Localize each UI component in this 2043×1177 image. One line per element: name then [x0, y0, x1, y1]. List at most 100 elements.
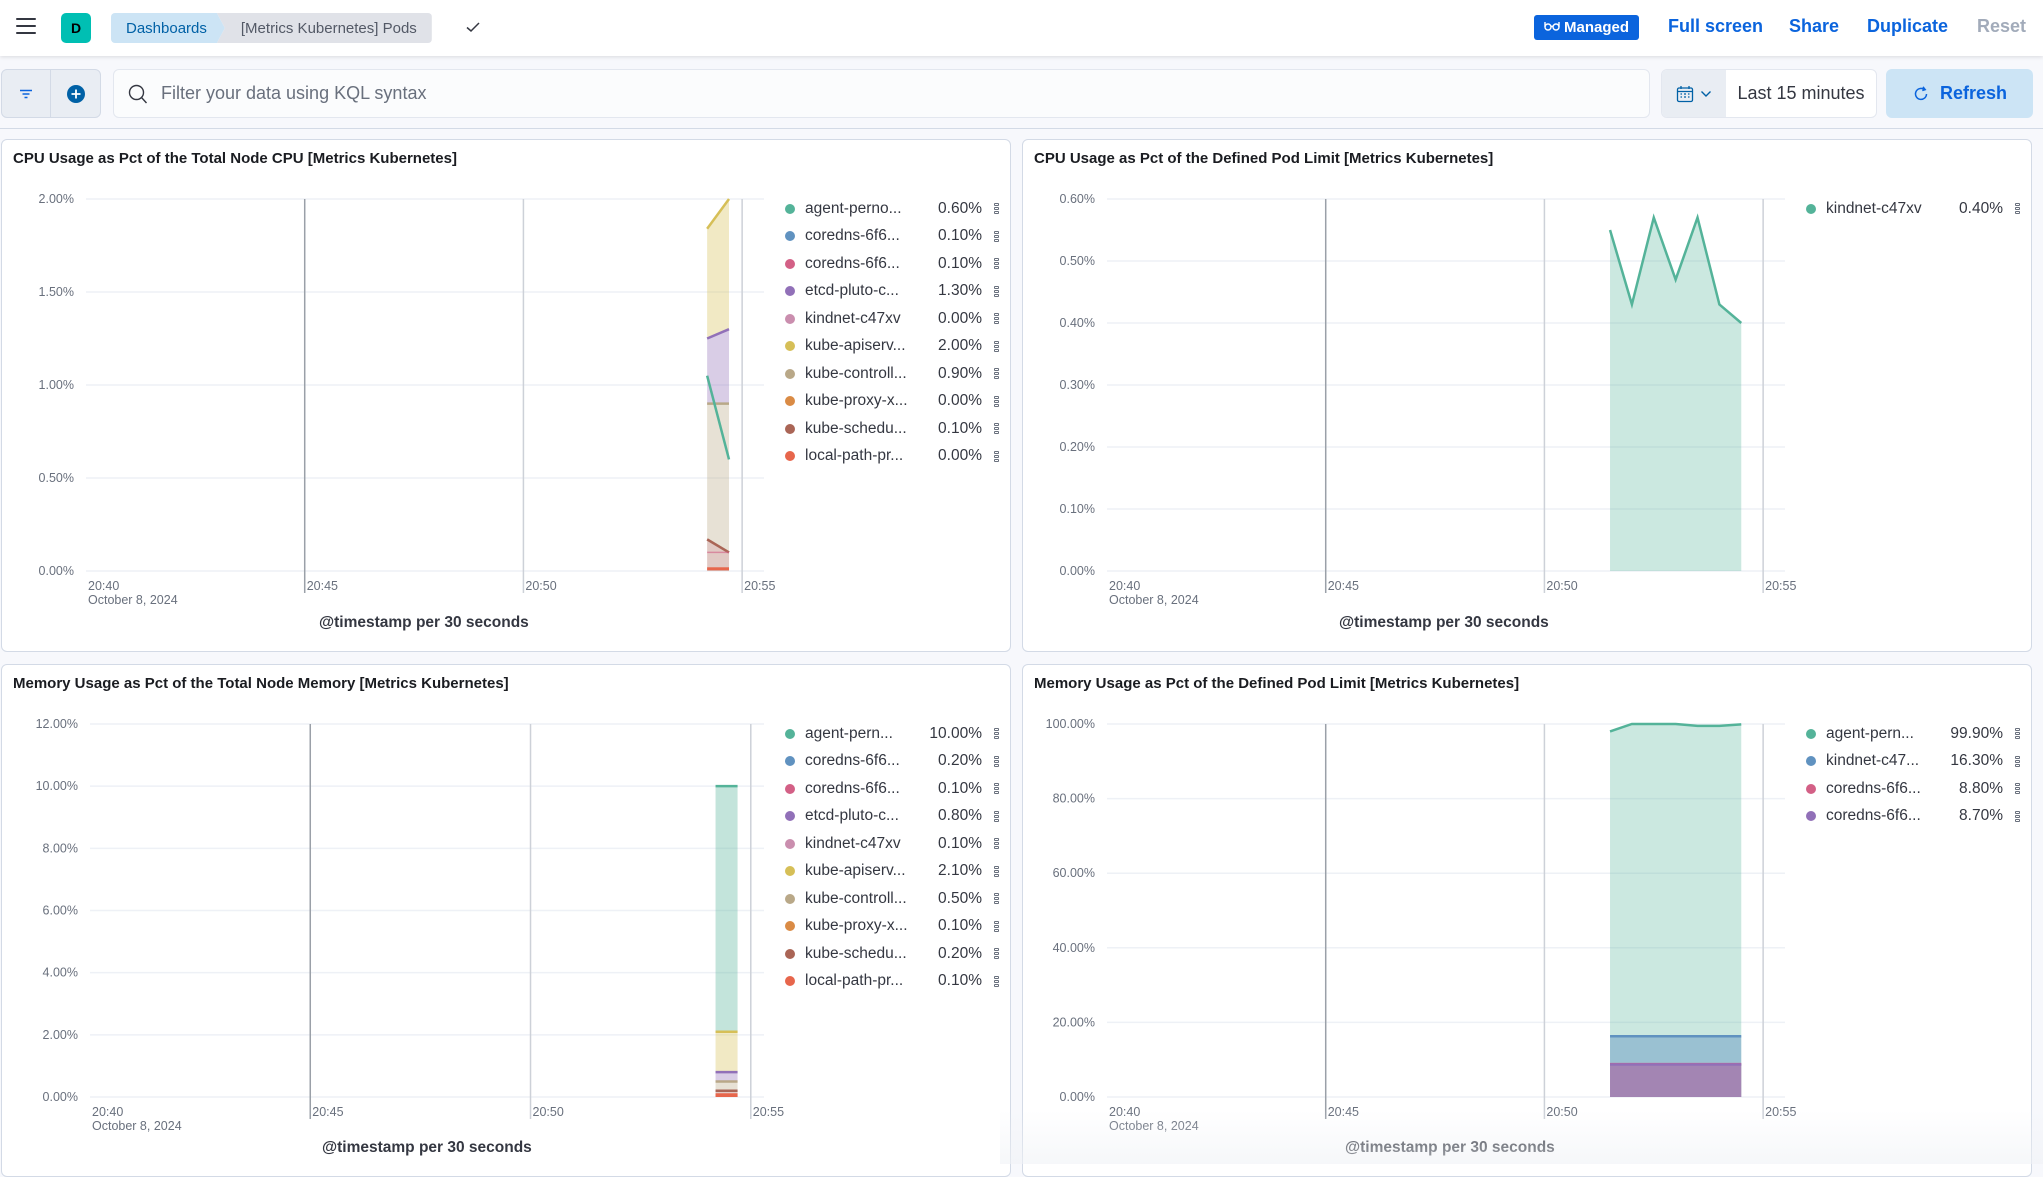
y-tick-label: 1.00% [39, 378, 74, 392]
reset-button[interactable]: Reset [1977, 16, 2026, 37]
x-tick-label: 20:40 [1109, 579, 1140, 593]
legend-item[interactable]: coredns-6f6... 0.10% [785, 250, 1002, 278]
legend-actions-icon[interactable] [994, 838, 1002, 850]
y-tick-label: 0.30% [1060, 378, 1095, 392]
legend-actions-icon[interactable] [994, 230, 1002, 242]
legend-actions-icon[interactable] [2015, 783, 2023, 795]
x-tick-label: 20:45 [1328, 579, 1359, 593]
legend-item[interactable]: local-path-pr... 0.00% [785, 443, 1002, 471]
legend-item[interactable]: kindnet-c47xv 0.40% [1806, 195, 2023, 223]
x-axis-title: @timestamp per 30 seconds [1345, 1139, 1555, 1156]
legend-item[interactable]: agent-pern... 10.00% [785, 720, 1002, 748]
legend-color-dot [1806, 756, 1816, 767]
legend-series-value: 2.10% [938, 862, 982, 880]
legend-actions-icon[interactable] [994, 203, 1002, 215]
legend-series-name: kindnet-c47... [1826, 752, 1920, 770]
legend-color-dot [785, 893, 795, 904]
panel-memory-pod-limit: Memory Usage as Pct of the Defined Pod L… [1022, 664, 2032, 1177]
legend-item[interactable]: coredns-6f6... 8.80% [1806, 775, 2023, 803]
legend-actions-icon[interactable] [994, 340, 1002, 352]
legend-actions-icon[interactable] [994, 920, 1002, 932]
legend-item[interactable]: agent-pern... 99.90% [1806, 720, 2023, 748]
legend-actions-icon[interactable] [2015, 728, 2023, 740]
legend-item[interactable]: coredns-6f6... 0.10% [785, 775, 1002, 803]
filter-menu-button[interactable] [2, 70, 52, 117]
duplicate-button[interactable]: Duplicate [1867, 16, 1948, 37]
legend-item[interactable]: etcd-pluto-c... 1.30% [785, 278, 1002, 306]
legend-actions-icon[interactable] [994, 810, 1002, 822]
refresh-button[interactable]: Refresh [1886, 69, 2033, 118]
legend-item[interactable]: kube-controll... 0.50% [785, 885, 1002, 913]
legend-series-value: 0.00% [938, 309, 982, 327]
legend-actions-icon[interactable] [994, 285, 1002, 297]
legend-item[interactable]: coredns-6f6... 0.20% [785, 748, 1002, 776]
chart-legend: kindnet-c47xv 0.40% [1806, 195, 2023, 223]
x-date-label: October 8, 2024 [92, 1119, 182, 1133]
legend-color-dot [1806, 728, 1816, 739]
y-tick-label: 0.00% [43, 1090, 78, 1104]
legend-actions-icon[interactable] [994, 865, 1002, 877]
time-range-display[interactable]: Last 15 minutes [1726, 70, 1876, 117]
legend-item[interactable]: coredns-6f6... 0.10% [785, 223, 1002, 251]
legend-item[interactable]: etcd-pluto-c... 0.80% [785, 803, 1002, 831]
legend-actions-icon[interactable] [994, 395, 1002, 407]
legend-actions-icon[interactable] [994, 783, 1002, 795]
legend-actions-icon[interactable] [994, 728, 1002, 740]
breadcrumb-dashboards[interactable]: Dashboards [111, 13, 225, 43]
legend-series-value: 0.50% [938, 889, 982, 907]
quick-select-button[interactable] [1662, 70, 1726, 117]
legend-series-value: 0.90% [938, 364, 982, 382]
area-band [715, 1072, 738, 1082]
filter-controls [1, 69, 101, 118]
legend-series-name: coredns-6f6... [805, 779, 900, 797]
y-tick-label: 0.00% [1060, 1090, 1095, 1104]
legend-series-name: coredns-6f6... [805, 227, 900, 245]
legend-series-name: agent-pern... [805, 724, 893, 742]
legend-item[interactable]: kindnet-c47xv 0.10% [785, 830, 1002, 858]
x-date-label: October 8, 2024 [1109, 593, 1199, 607]
legend-actions-icon[interactable] [994, 423, 1002, 435]
legend-series-value: 8.70% [1959, 807, 2003, 825]
legend-actions-icon[interactable] [994, 975, 1002, 987]
share-button[interactable]: Share [1789, 16, 1839, 37]
legend-actions-icon[interactable] [994, 313, 1002, 325]
panel-cpu-pod-limit: CPU Usage as Pct of the Defined Pod Limi… [1022, 139, 2032, 652]
legend-actions-icon[interactable] [994, 755, 1002, 767]
legend-item[interactable]: local-path-pr... 0.10% [785, 968, 1002, 996]
legend-actions-icon[interactable] [994, 258, 1002, 270]
legend-item[interactable]: kube-apiserv... 2.00% [785, 333, 1002, 361]
kql-search-input[interactable]: Filter your data using KQL syntax [113, 69, 1650, 118]
legend-color-dot [1806, 203, 1816, 214]
legend-series-value: 0.10% [938, 227, 982, 245]
legend-item[interactable]: kube-controll... 0.90% [785, 360, 1002, 388]
legend-item[interactable]: coredns-6f6... 8.70% [1806, 803, 2023, 831]
legend-item[interactable]: kube-proxy-x... 0.10% [785, 913, 1002, 941]
legend-actions-icon[interactable] [994, 368, 1002, 380]
legend-item[interactable]: kindnet-c47... 16.30% [1806, 748, 2023, 776]
legend-item[interactable]: kube-schedu... 0.20% [785, 940, 1002, 968]
legend-series-value: 2.00% [938, 337, 982, 355]
legend-item[interactable]: agent-perno... 0.60% [785, 195, 1002, 223]
legend-color-dot [785, 948, 795, 959]
y-tick-label: 40.00% [1053, 941, 1095, 955]
legend-actions-icon[interactable] [2015, 203, 2023, 215]
legend-actions-icon[interactable] [994, 450, 1002, 462]
add-filter-button[interactable] [51, 70, 100, 117]
legend-item[interactable]: kube-schedu... 0.10% [785, 415, 1002, 443]
legend-series-value: 0.10% [938, 254, 982, 272]
legend-actions-icon[interactable] [2015, 755, 2023, 767]
legend-item[interactable]: kindnet-c47xv 0.00% [785, 305, 1002, 333]
legend-actions-icon[interactable] [994, 893, 1002, 905]
legend-actions-icon[interactable] [2015, 810, 2023, 822]
menu-toggle-icon[interactable] [16, 18, 36, 34]
full-screen-button[interactable]: Full screen [1668, 16, 1763, 37]
managed-badge[interactable]: Managed [1534, 15, 1640, 40]
space-avatar[interactable]: D [61, 13, 91, 43]
legend-item[interactable]: kube-apiserv... 2.10% [785, 858, 1002, 886]
refresh-label: Refresh [1939, 83, 2008, 103]
area-band [715, 1031, 738, 1073]
check-icon[interactable] [463, 17, 483, 37]
legend-actions-icon[interactable] [994, 948, 1002, 960]
series-line-local-path [707, 567, 730, 571]
legend-item[interactable]: kube-proxy-x... 0.00% [785, 388, 1002, 416]
